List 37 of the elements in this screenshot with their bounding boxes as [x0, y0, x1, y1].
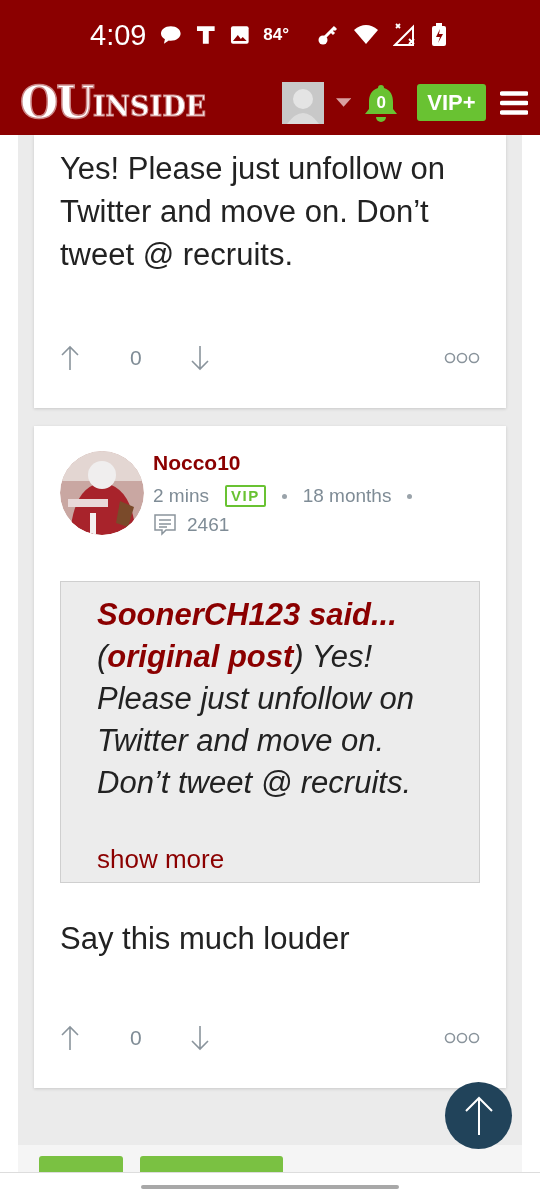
arrow-up-icon [463, 1095, 494, 1136]
upvote-icon[interactable] [60, 345, 80, 371]
wifi-icon [353, 24, 379, 46]
downvote-icon[interactable] [189, 345, 210, 371]
member-tenure: 18 months [302, 485, 392, 507]
vote-count: 0 [130, 1026, 142, 1050]
vip-badge: VIP [224, 485, 266, 507]
status-time: 4:09 [90, 18, 147, 52]
separator-dot [407, 493, 413, 499]
downvote-icon[interactable] [189, 1025, 210, 1051]
username[interactable]: Nocco10 [153, 451, 413, 475]
battery-icon [431, 23, 447, 47]
key-icon [317, 24, 339, 46]
caret-icon[interactable] [336, 97, 352, 108]
post-time: 2 mins [153, 485, 209, 507]
signal-icon [393, 23, 417, 47]
avatar-icon[interactable] [282, 81, 324, 124]
show-more-link[interactable]: show more [97, 842, 429, 876]
image-icon [229, 25, 250, 45]
quote-text: (original post) Yes! Please just unfollow on Twitter and move on. Don’t tweet @ recruits. [97, 638, 416, 802]
more-options-icon[interactable] [444, 1032, 480, 1044]
post-count: 2461 [187, 514, 230, 536]
letter-t-icon [196, 25, 216, 45]
vote-count: 0 [130, 346, 142, 370]
logo-text[interactable]: OU [20, 76, 93, 129]
post-text: Yes! Please just unfollow on Twitter and move on. Don’t tweet @ recruits. [60, 150, 446, 274]
temperature: 84° [263, 25, 289, 45]
upvote-icon[interactable] [60, 1025, 80, 1051]
post-text: Say this much louder [60, 920, 351, 958]
separator-dot [281, 493, 287, 499]
logo-text[interactable]: INSIDE [92, 90, 207, 123]
comment-icon [153, 513, 177, 537]
menu-icon[interactable] [499, 89, 528, 116]
quote-author[interactable]: SoonerCH123 said... [97, 594, 429, 636]
home-indicator[interactable] [141, 1184, 399, 1189]
more-options-icon[interactable] [444, 352, 480, 364]
chat-bubble-icon [160, 24, 183, 46]
